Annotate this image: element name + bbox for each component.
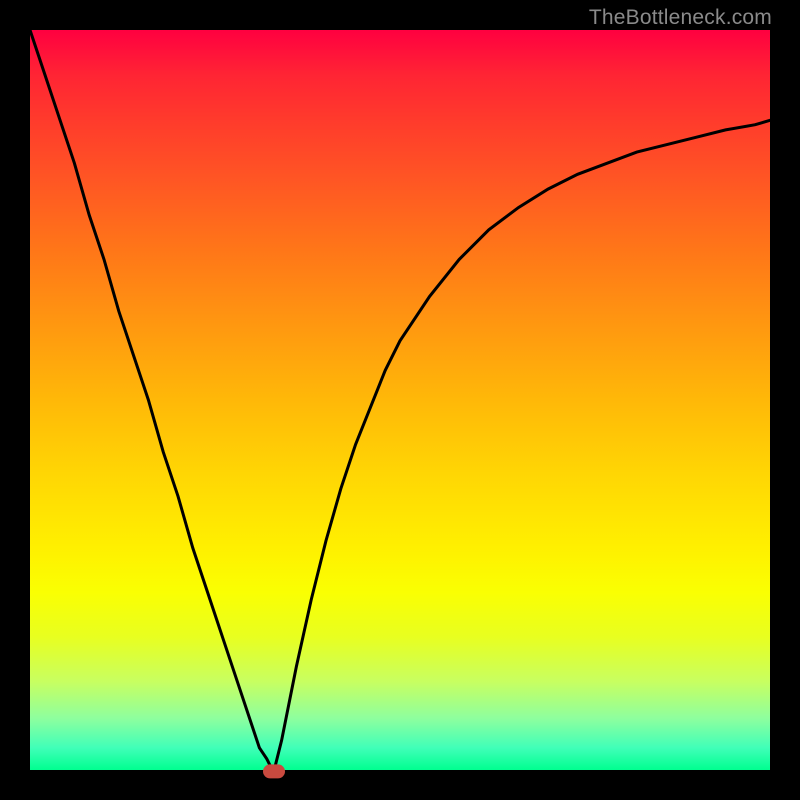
plot-area <box>30 30 770 770</box>
bottleneck-curve <box>30 30 770 770</box>
curve-left-branch <box>30 30 274 770</box>
minimum-marker <box>263 764 285 778</box>
curve-right-branch <box>274 120 770 770</box>
watermark-text: TheBottleneck.com <box>589 6 772 30</box>
chart-frame: TheBottleneck.com <box>0 0 800 800</box>
